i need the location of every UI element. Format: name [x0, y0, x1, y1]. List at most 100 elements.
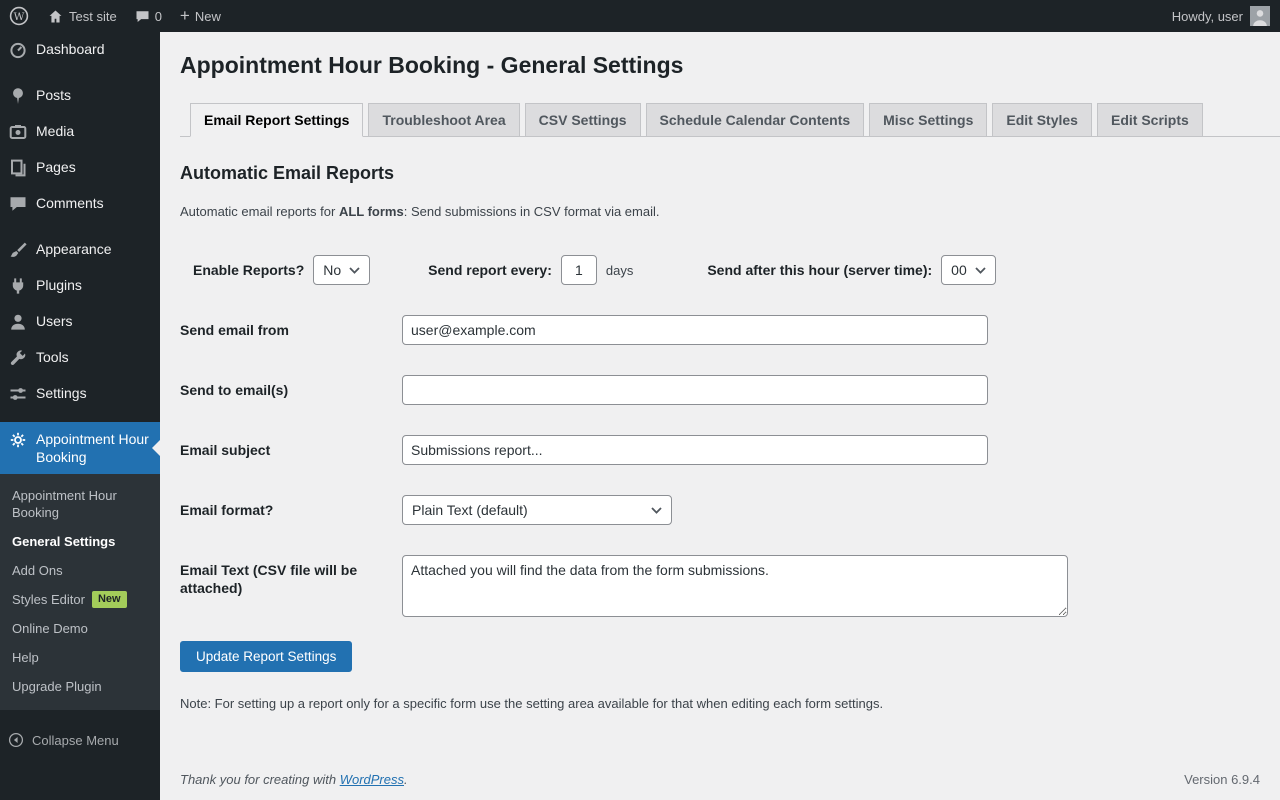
- sidebar-item-appearance[interactable]: Appearance: [0, 232, 160, 268]
- email-format-row: Email format? Plain Text (default): [180, 495, 1260, 525]
- sidebar-item-plugins[interactable]: Plugins: [0, 268, 160, 304]
- sidebar-item-label: Appearance: [36, 241, 112, 257]
- email-subject-row: Email subject: [180, 435, 1260, 465]
- wordpress-logo-icon[interactable]: W: [0, 0, 38, 32]
- chevron-down-icon: [975, 266, 986, 274]
- admin-bar-new-button[interactable]: + New: [171, 0, 230, 32]
- sidebar-item-appointment-hour-booking[interactable]: Appointment Hour Booking: [0, 422, 160, 474]
- intro-text: Automatic email reports for ALL forms: S…: [180, 204, 1260, 219]
- chevron-down-icon: [651, 506, 662, 514]
- enable-reports-label: Enable Reports?: [193, 262, 305, 278]
- sidebar-item-label: Settings: [36, 385, 87, 401]
- enable-reports-select[interactable]: No: [313, 255, 371, 285]
- sidebar-item-label: Dashboard: [36, 41, 105, 57]
- submenu-item-label: Help: [12, 650, 39, 665]
- intro-suffix: : Send submissions in CSV format via ema…: [403, 204, 660, 219]
- report-schedule-row: Enable Reports? No Send report every: da…: [180, 255, 1260, 285]
- sidebar-item-label: Pages: [36, 159, 76, 175]
- send-to-emails-input[interactable]: [402, 375, 988, 405]
- update-report-settings-button[interactable]: Update Report Settings: [180, 641, 353, 672]
- sidebar-item-label: Plugins: [36, 277, 82, 293]
- submenu-item-styles-editor[interactable]: Styles Editor New: [0, 585, 160, 614]
- submenu-item-label: Styles Editor: [12, 592, 85, 607]
- admin-bar-site-name[interactable]: Test site: [38, 0, 126, 32]
- email-format-label: Email format?: [180, 502, 274, 518]
- sidebar-item-pages[interactable]: Pages: [0, 150, 160, 186]
- sidebar-item-label: Media: [36, 123, 75, 139]
- sidebar-item-label: Users: [36, 313, 73, 329]
- send-to-emails-label: Send to email(s): [180, 382, 289, 398]
- enable-reports-value: No: [323, 262, 342, 278]
- tab-schedule-calendar-contents[interactable]: Schedule Calendar Contents: [645, 103, 865, 137]
- pin-icon: [8, 86, 28, 106]
- send-hour-value: 00: [951, 262, 967, 278]
- submenu-item-add-ons[interactable]: Add Ons: [0, 556, 160, 585]
- submenu-item-label: Online Demo: [12, 621, 88, 636]
- send-email-from-label: Send email from: [180, 322, 289, 338]
- sidebar-item-media[interactable]: Media: [0, 114, 160, 150]
- footer-thanks-prefix: Thank you for creating with: [180, 772, 340, 787]
- page-title: Appointment Hour Booking - General Setti…: [180, 52, 684, 78]
- send-every-group: Send report every: days: [428, 255, 633, 285]
- sidebar-item-dashboard[interactable]: Dashboard: [0, 32, 160, 68]
- tab-csv-settings[interactable]: CSV Settings: [524, 103, 641, 137]
- intro-prefix: Automatic email reports for: [180, 204, 339, 219]
- submenu-item-label: Appointment Hour Booking: [12, 488, 117, 520]
- sidebar-item-label: Appointment Hour Booking: [36, 431, 149, 465]
- email-text-textarea[interactable]: Attached you will find the data from the…: [402, 555, 1068, 617]
- admin-footer: Thank you for creating with WordPress. V…: [160, 772, 1280, 800]
- tools-icon: [8, 348, 28, 368]
- settings-note: Note: For setting up a report only for a…: [180, 696, 884, 711]
- sidebar-separator: [0, 412, 160, 422]
- send-hour-label: Send after this hour (server time):: [707, 262, 933, 278]
- submenu-item-help[interactable]: Help: [0, 643, 160, 672]
- tab-edit-styles[interactable]: Edit Styles: [992, 103, 1092, 137]
- admin-sidebar: Dashboard Posts Media Pages Comments App…: [0, 32, 160, 800]
- dashboard-icon: [8, 40, 28, 60]
- admin-bar-comments[interactable]: 0: [126, 0, 171, 32]
- sidebar-item-users[interactable]: Users: [0, 304, 160, 340]
- footer-thanks-suffix: .: [404, 772, 408, 787]
- admin-bar-my-account[interactable]: Howdy, user: [1172, 6, 1270, 26]
- admin-bar-left: W Test site 0 + New: [0, 0, 230, 32]
- user-icon: [8, 312, 28, 332]
- sidebar-item-comments[interactable]: Comments: [0, 186, 160, 222]
- settings-wrap: Appointment Hour Booking - General Setti…: [160, 32, 1280, 772]
- submenu-item-appointment-hour-booking[interactable]: Appointment Hour Booking: [0, 481, 160, 527]
- submenu-item-label: Add Ons: [12, 563, 63, 578]
- wordpress-link[interactable]: WordPress: [340, 772, 404, 787]
- submenu-item-upgrade-plugin[interactable]: Upgrade Plugin: [0, 672, 160, 701]
- intro-bold: ALL forms: [338, 204, 404, 219]
- email-subject-label: Email subject: [180, 442, 271, 458]
- collapse-menu-button[interactable]: Collapse Menu: [0, 724, 160, 756]
- plugin-submenu: Appointment Hour Booking General Setting…: [0, 474, 160, 710]
- email-text-label: Email Text (CSV file will be attached): [180, 562, 358, 596]
- tab-misc-settings[interactable]: Misc Settings: [869, 103, 988, 137]
- email-subject-input[interactable]: [402, 435, 988, 465]
- plus-icon: +: [179, 5, 190, 25]
- submenu-item-label: General Settings: [12, 534, 116, 549]
- tab-edit-scripts[interactable]: Edit Scripts: [1096, 103, 1203, 137]
- sidebar-item-settings[interactable]: Settings: [0, 376, 160, 412]
- sidebar-item-posts[interactable]: Posts: [0, 78, 160, 114]
- avatar: [1250, 6, 1270, 26]
- send-hour-group: Send after this hour (server time): 00: [707, 255, 996, 285]
- submenu-item-online-demo[interactable]: Online Demo: [0, 614, 160, 643]
- chevron-down-icon: [349, 266, 360, 274]
- sidebar-item-label: Tools: [36, 349, 69, 365]
- email-format-select[interactable]: Plain Text (default): [402, 495, 672, 525]
- submenu-item-general-settings[interactable]: General Settings: [0, 527, 160, 556]
- admin-bar: W Test site 0 + New Howdy, user: [0, 0, 1280, 32]
- sidebar-item-tools[interactable]: Tools: [0, 340, 160, 376]
- comment-icon: [8, 194, 28, 214]
- send-to-emails-row: Send to email(s): [180, 375, 1260, 405]
- tab-troubleshoot-area[interactable]: Troubleshoot Area: [368, 103, 520, 137]
- send-email-from-input[interactable]: [402, 315, 988, 345]
- new-label: New: [194, 8, 221, 24]
- collapse-arrow-icon: [8, 732, 24, 748]
- email-format-value: Plain Text (default): [412, 502, 528, 518]
- send-hour-select[interactable]: 00: [941, 255, 996, 285]
- main-content: Appointment Hour Booking - General Setti…: [160, 0, 1280, 800]
- tab-email-report-settings[interactable]: Email Report Settings: [190, 103, 364, 137]
- send-every-input[interactable]: [560, 255, 597, 285]
